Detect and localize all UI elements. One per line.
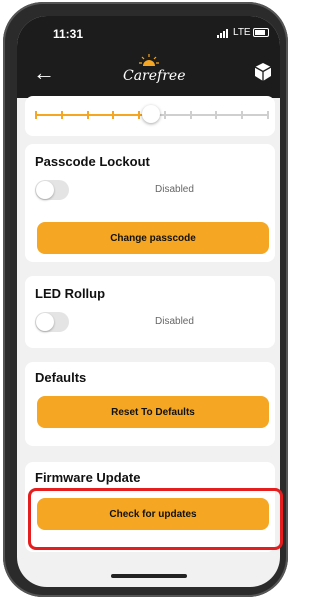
back-arrow-icon[interactable]: ← [33, 60, 55, 86]
slider-tick [267, 111, 269, 119]
firmware-title: Firmware Update [35, 470, 141, 485]
logo-text: Carefree [123, 68, 186, 84]
slider-thumb[interactable] [142, 105, 160, 123]
change-passcode-button[interactable]: Change passcode [37, 222, 269, 254]
slider-tick [189, 111, 192, 119]
led-card: LED Rollup Disabled [25, 276, 275, 348]
passcode-status: Disabled [155, 184, 194, 195]
cube-icon[interactable] [253, 62, 273, 82]
slider-fill [35, 114, 151, 116]
slider-tick [163, 111, 166, 119]
battery-icon [253, 28, 269, 37]
slider-card [25, 96, 275, 136]
network-label: LTE [233, 27, 251, 38]
carefree-logo: Carefree [119, 54, 185, 90]
brightness-slider[interactable] [35, 105, 269, 123]
defaults-title: Defaults [35, 370, 87, 385]
led-toggle[interactable] [35, 312, 69, 332]
led-title: LED Rollup [35, 286, 106, 301]
signal-icon [217, 29, 228, 38]
led-status: Disabled [155, 316, 194, 327]
reset-defaults-button[interactable]: Reset To Defaults [37, 396, 269, 428]
status-time: 11:31 [53, 27, 84, 41]
sun-icon [139, 54, 159, 66]
home-indicator [111, 574, 187, 578]
slider-tick [215, 111, 218, 119]
passcode-title: Passcode Lockout [35, 154, 150, 169]
nav-bar: ← Carefree [17, 50, 280, 98]
slider-tick [241, 111, 244, 119]
defaults-card: Defaults Reset To Defaults [25, 362, 275, 446]
status-bar: 11:31 LTE [17, 16, 280, 50]
passcode-toggle[interactable] [35, 180, 69, 200]
highlight-box [28, 488, 283, 550]
passcode-card: Passcode Lockout Disabled Change passcod… [25, 144, 275, 262]
